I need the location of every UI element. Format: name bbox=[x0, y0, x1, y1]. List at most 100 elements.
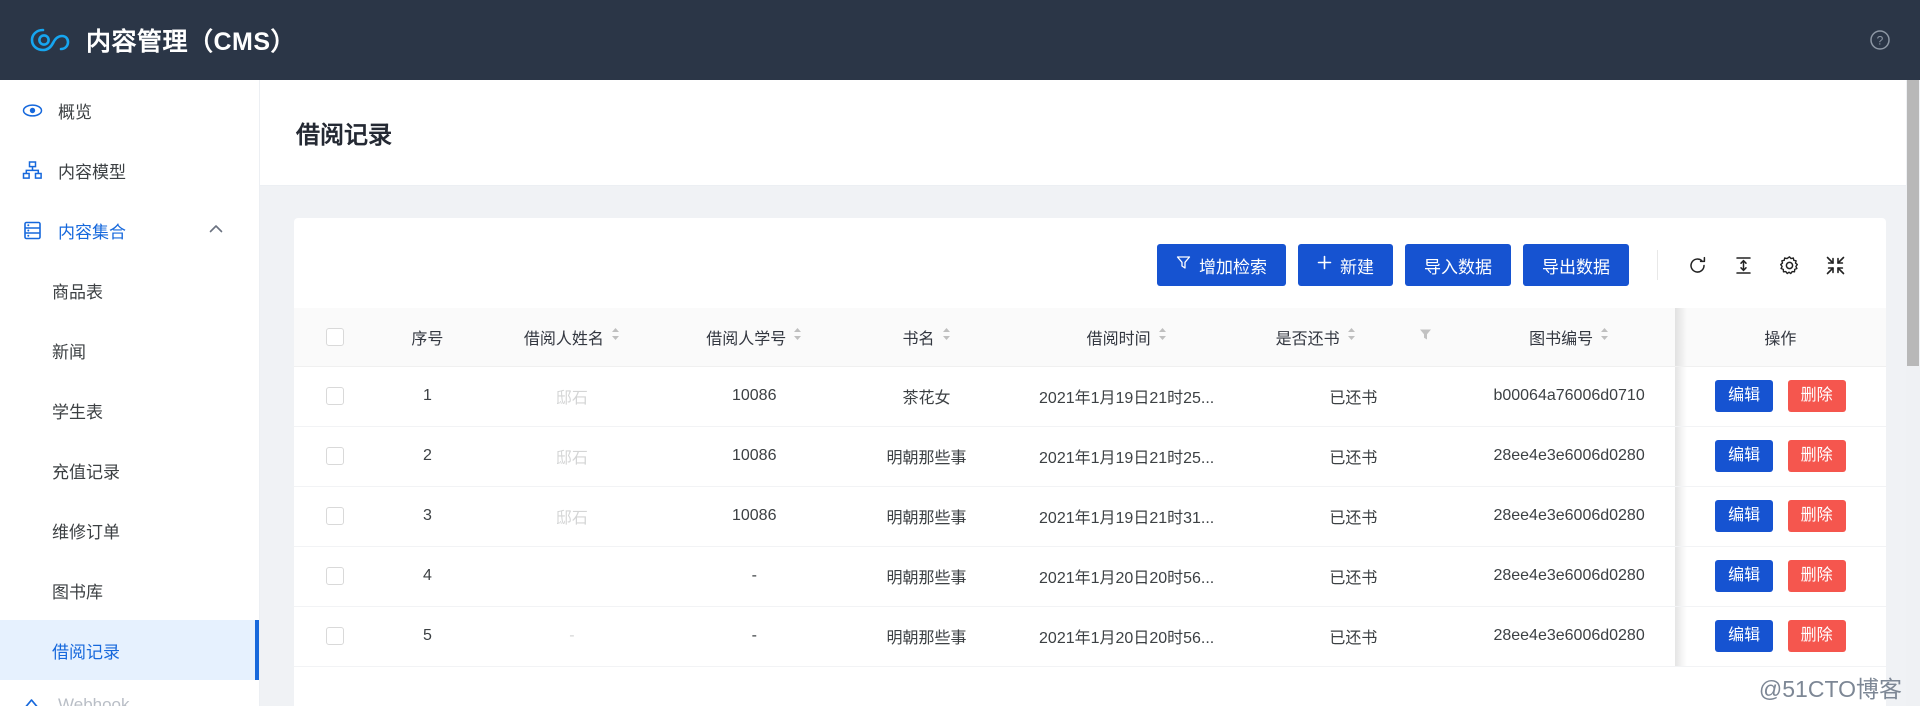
sort-icon[interactable] bbox=[793, 327, 802, 346]
cell-book-id: 28ee4e3e6006d0280 bbox=[1463, 486, 1675, 547]
cell-index: 5 bbox=[376, 606, 479, 667]
sidebar-subitem-news[interactable]: 新闻 bbox=[0, 320, 259, 380]
cell-name-text: 邸石 bbox=[555, 390, 588, 407]
column-header-book-id[interactable]: 图书编号 bbox=[1463, 308, 1675, 367]
column-header-time[interactable]: 借阅时间 bbox=[1009, 308, 1244, 367]
edit-button[interactable]: 编辑 bbox=[1715, 440, 1774, 472]
sidebar-item-label: 内容集合 bbox=[58, 222, 126, 242]
toolbar-divider bbox=[1657, 250, 1658, 280]
page-scrollbar-thumb[interactable] bbox=[1907, 80, 1919, 366]
delete-button[interactable]: 删除 bbox=[1787, 560, 1846, 592]
records-panel: 增加检索 新建 导入数据 导出数据 序号 借阅人姓名 借阅人学号 书名 借阅时间… bbox=[294, 218, 1886, 706]
sort-icon[interactable] bbox=[611, 327, 620, 346]
column-label: 借阅人学号 bbox=[706, 330, 787, 348]
new-button[interactable]: 新建 bbox=[1298, 244, 1393, 286]
edit-button[interactable]: 编辑 bbox=[1715, 560, 1774, 592]
name-obscure-overlay bbox=[555, 552, 590, 605]
sidebar-subitem-goods[interactable]: 商品表 bbox=[0, 260, 259, 320]
edit-button[interactable]: 编辑 bbox=[1715, 500, 1774, 532]
edit-button[interactable]: 编辑 bbox=[1715, 620, 1774, 652]
sitemap-icon bbox=[22, 160, 48, 181]
sidebar-subitem-library[interactable]: 图书库 bbox=[0, 560, 259, 620]
cell-book-id: 28ee4e3e6006d0280 bbox=[1463, 546, 1675, 607]
table-toolbar: 增加检索 新建 导入数据 导出数据 bbox=[294, 218, 1886, 308]
cell-name bbox=[478, 546, 666, 607]
import-data-button[interactable]: 导入数据 bbox=[1405, 244, 1511, 286]
delete-button[interactable]: 删除 bbox=[1787, 620, 1846, 652]
cell-index: 2 bbox=[376, 426, 479, 487]
delete-button[interactable]: 删除 bbox=[1787, 500, 1846, 532]
app-root: 内容管理（CMS） ? 概览 内容模型 内容集合 商品表 新闻 学生表 充值记录… bbox=[0, 0, 1920, 706]
cell-book-id: b00064a76006d0710 bbox=[1463, 366, 1675, 427]
sidebar-item-webhook[interactable]: Webhook bbox=[0, 680, 259, 706]
sidebar-subitem-label: 维修订单 bbox=[52, 522, 120, 542]
borrow-records-table: 序号 借阅人姓名 借阅人学号 书名 借阅时间 是否还书 图书编号 操作 1 邸石… bbox=[294, 308, 1886, 667]
sidebar-subitem-students[interactable]: 学生表 bbox=[0, 380, 259, 440]
delete-button[interactable]: 删除 bbox=[1787, 380, 1846, 412]
cell-operations: 编辑 删除 bbox=[1674, 486, 1886, 547]
sidebar-item-overview[interactable]: 概览 bbox=[0, 80, 259, 140]
column-header-returned[interactable]: 是否还书 bbox=[1243, 308, 1388, 367]
select-all-checkbox[interactable] bbox=[326, 327, 345, 346]
row-checkbox[interactable] bbox=[326, 506, 345, 525]
row-checkbox-cell bbox=[294, 606, 377, 667]
eye-icon bbox=[22, 100, 48, 121]
cloud-logo-icon bbox=[26, 17, 72, 63]
sidebar-subitem-borrow-records[interactable]: 借阅记录 bbox=[0, 620, 259, 680]
column-header-book[interactable]: 书名 bbox=[843, 308, 1010, 367]
cell-student-id: 10086 bbox=[665, 486, 844, 547]
table-row[interactable]: 4 - 明朝那些事 2021年1月20日20时56... 已还书 28ee4e3… bbox=[294, 546, 1886, 607]
add-search-label: 增加检索 bbox=[1199, 257, 1267, 277]
sidebar-subitem-label: 学生表 bbox=[52, 402, 103, 422]
column-header-student-id[interactable]: 借阅人学号 bbox=[665, 308, 844, 367]
page-scrollbar[interactable] bbox=[1906, 80, 1920, 706]
sort-icon[interactable] bbox=[1600, 327, 1609, 346]
column-filter-returned[interactable] bbox=[1387, 308, 1464, 367]
cell-time: 2021年1月19日21时25... bbox=[1009, 426, 1244, 487]
export-data-label: 导出数据 bbox=[1542, 257, 1610, 277]
table-row[interactable]: 5 - - 明朝那些事 2021年1月20日20时56... 已还书 28ee4… bbox=[294, 606, 1886, 667]
sticky-shadow bbox=[1674, 486, 1687, 545]
cell-name: 邸石 bbox=[478, 486, 666, 547]
column-header-index: 序号 bbox=[376, 308, 479, 367]
row-height-icon[interactable] bbox=[1726, 248, 1760, 282]
sort-icon[interactable] bbox=[942, 327, 951, 346]
row-checkbox[interactable] bbox=[326, 566, 345, 585]
sidebar-item-content-model[interactable]: 内容模型 bbox=[0, 140, 259, 200]
table-row[interactable]: 2 邸石 10086 明朝那些事 2021年1月19日21时25... 已还书 … bbox=[294, 426, 1886, 487]
new-label: 新建 bbox=[1340, 257, 1374, 277]
delete-button[interactable]: 删除 bbox=[1787, 440, 1846, 472]
sidebar-subitem-recharge[interactable]: 充值记录 bbox=[0, 440, 259, 500]
row-checkbox[interactable] bbox=[326, 446, 345, 465]
row-checkbox[interactable] bbox=[326, 626, 345, 645]
cell-book: 茶花女 bbox=[843, 366, 1010, 427]
add-search-button[interactable]: 增加检索 bbox=[1157, 244, 1286, 286]
row-checkbox[interactable] bbox=[326, 386, 345, 405]
cell-returned: 已还书 bbox=[1243, 426, 1464, 487]
cell-returned: 已还书 bbox=[1243, 606, 1464, 667]
sidebar-subitem-label: 图书库 bbox=[52, 582, 103, 602]
fullscreen-exit-icon[interactable] bbox=[1818, 248, 1852, 282]
edit-button[interactable]: 编辑 bbox=[1715, 380, 1774, 412]
cell-returned: 已还书 bbox=[1243, 486, 1464, 547]
gear-icon[interactable] bbox=[1772, 248, 1806, 282]
filter-icon[interactable] bbox=[1419, 328, 1432, 345]
cell-time: 2021年1月19日21时25... bbox=[1009, 366, 1244, 427]
table-row[interactable]: 1 邸石 10086 茶花女 2021年1月19日21时25... 已还书 b0… bbox=[294, 366, 1886, 427]
help-icon[interactable]: ? bbox=[1868, 28, 1892, 52]
sort-icon[interactable] bbox=[1158, 327, 1167, 346]
table-row[interactable]: 3 邸石 10086 明朝那些事 2021年1月19日21时31... 已还书 … bbox=[294, 486, 1886, 547]
sort-icon[interactable] bbox=[1347, 327, 1356, 346]
column-label: 借阅时间 bbox=[1086, 330, 1151, 348]
sidebar-subitem-repair[interactable]: 维修订单 bbox=[0, 500, 259, 560]
refresh-icon[interactable] bbox=[1680, 248, 1714, 282]
column-label: 是否还书 bbox=[1275, 330, 1340, 348]
column-header-name[interactable]: 借阅人姓名 bbox=[478, 308, 666, 367]
app-title: 内容管理（CMS） bbox=[86, 28, 297, 56]
database-icon bbox=[22, 220, 48, 241]
export-data-button[interactable]: 导出数据 bbox=[1523, 244, 1629, 286]
cell-book: 明朝那些事 bbox=[843, 486, 1010, 547]
chevron-up-icon[interactable] bbox=[209, 221, 223, 239]
sidebar-subitem-label: 借阅记录 bbox=[52, 642, 120, 662]
sidebar-item-content-collection[interactable]: 内容集合 bbox=[0, 200, 259, 260]
